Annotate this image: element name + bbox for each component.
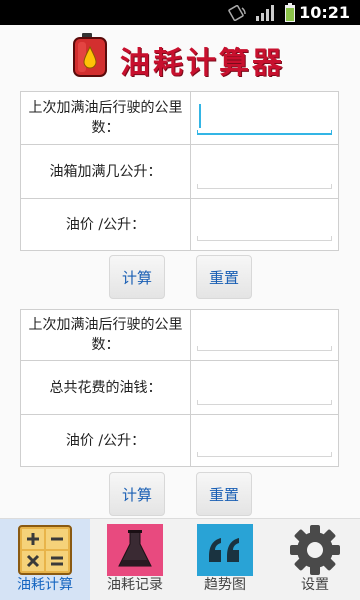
reset-button[interactable]: 重置 <box>196 255 252 299</box>
flask-icon <box>107 524 163 576</box>
fuel-liters-input[interactable] <box>191 145 338 198</box>
text-cursor <box>199 104 201 128</box>
distance-input-2[interactable] <box>191 310 338 360</box>
distance-input[interactable] <box>191 92 338 144</box>
gear-icon <box>290 525 340 575</box>
total-cost-input[interactable] <box>191 361 338 414</box>
calculate-button[interactable]: 计算 <box>109 255 165 299</box>
form-row-distance-2: 上次加满油后行驶的公里数： <box>21 310 338 360</box>
rotation-icon <box>228 5 246 21</box>
nav-item-records[interactable]: 油耗记录 <box>90 519 180 600</box>
nav-label-trend: 趋势图 <box>204 577 246 593</box>
fuel-liters-label: 油箱加满几公升： <box>21 145 191 198</box>
fuel-can-icon <box>73 33 107 77</box>
form-row-fuel: 油箱加满几公升： <box>21 144 338 198</box>
form-row-cost: 总共花费的油钱： <box>21 360 338 414</box>
consumption-form: 上次加满油后行驶的公里数： 油箱加满几公升： 油价 /公升： <box>20 91 339 251</box>
distance-label-2: 上次加满油后行驶的公里数： <box>21 310 191 360</box>
nav-label-calculator: 油耗计算 <box>17 577 73 593</box>
cost-form: 上次加满油后行驶的公里数： 总共花费的油钱： 油价 /公升： <box>20 309 339 467</box>
signal-icon <box>256 5 274 21</box>
form-row-price: 油价 /公升： <box>21 198 338 250</box>
status-time: 10:21 <box>299 3 350 22</box>
distance-label: 上次加满油后行驶的公里数： <box>21 92 191 144</box>
price-label: 油价 /公升： <box>21 199 191 250</box>
page-title: 油耗计算器 <box>120 46 285 81</box>
reset-button-2[interactable]: 重置 <box>196 472 252 516</box>
price-input-2[interactable] <box>191 415 338 466</box>
calculator-icon <box>18 525 72 575</box>
bottom-nav: 油耗计算 油耗记录 趋势图 设置 <box>0 518 360 600</box>
nav-label-records: 油耗记录 <box>107 577 163 593</box>
nav-item-settings[interactable]: 设置 <box>270 519 360 600</box>
nav-item-trend[interactable]: 趋势图 <box>180 519 270 600</box>
total-cost-label: 总共花费的油钱： <box>21 361 191 414</box>
nav-label-settings: 设置 <box>301 577 329 593</box>
form-row-distance: 上次加满油后行驶的公里数： <box>21 92 338 144</box>
price-label-2: 油价 /公升： <box>21 415 191 466</box>
battery-icon <box>285 3 295 22</box>
calculate-button-2[interactable]: 计算 <box>109 472 165 516</box>
status-bar: 10:21 <box>0 0 360 25</box>
form-row-price-2: 油价 /公升： <box>21 414 338 466</box>
app-header: 油耗计算器 <box>0 25 360 85</box>
quote-icon <box>197 524 253 576</box>
price-input[interactable] <box>191 199 338 250</box>
nav-item-calculator[interactable]: 油耗计算 <box>0 519 90 600</box>
